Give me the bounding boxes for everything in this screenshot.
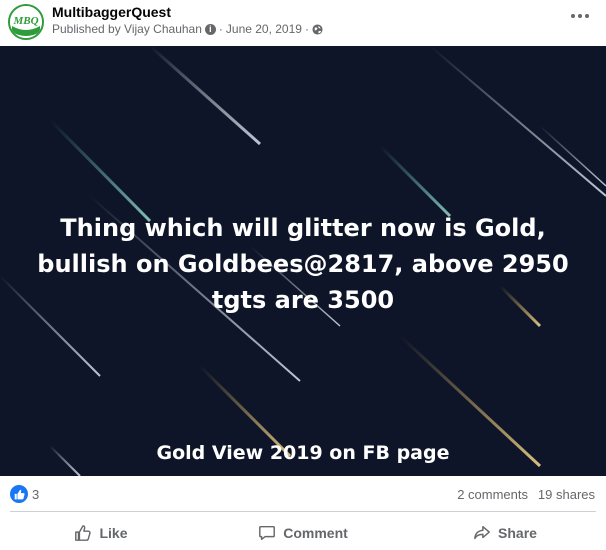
like-reaction-icon[interactable] — [10, 485, 28, 503]
share-icon — [474, 525, 490, 540]
avatar[interactable]: MBQ — [8, 4, 44, 40]
post-meta: Published by Vijay Chauhan i · June 20, … — [52, 22, 323, 36]
post-headline: Thing which will glitter now is Gold, bu… — [37, 214, 569, 314]
more-dot — [585, 14, 589, 18]
page-name[interactable]: MultibaggerQuest — [52, 4, 171, 20]
more-options-icon[interactable] — [566, 6, 594, 26]
published-by[interactable]: Published by Vijay Chauhan — [52, 22, 202, 36]
post-header: MBQ MultibaggerQuest Published by Vijay … — [0, 0, 606, 46]
post-caption: Gold View 2019 on FB page — [156, 442, 450, 464]
comments-count[interactable]: 2 comments — [457, 487, 528, 502]
like-button[interactable]: Like — [0, 516, 202, 550]
share-button-label: Share — [498, 525, 537, 541]
more-dot — [578, 14, 582, 18]
post-date[interactable]: June 20, 2019 — [226, 22, 302, 36]
divider — [10, 511, 596, 512]
avatar-logo-text: MBQ — [12, 15, 38, 27]
comment-button-label: Comment — [283, 525, 348, 541]
action-bar: Like Comment Share — [0, 516, 606, 550]
meta-separator: · — [218, 22, 223, 36]
thumbs-up-icon — [75, 525, 92, 541]
comment-button[interactable]: Comment — [202, 516, 404, 550]
reactions-count[interactable]: 3 — [32, 487, 39, 502]
meta-separator-2: · — [304, 22, 309, 36]
info-icon[interactable]: i — [204, 23, 216, 35]
post-stats: 3 2 comments 19 shares — [0, 484, 606, 508]
mbq-logo-icon: MBQ — [10, 6, 42, 38]
globe-icon — [312, 23, 323, 35]
share-button[interactable]: Share — [404, 516, 606, 550]
like-badge-thumb-icon — [14, 489, 25, 499]
post-image[interactable]: Thing which will glitter now is Gold, bu… — [0, 46, 606, 476]
more-dot — [571, 14, 575, 18]
comment-icon — [259, 525, 276, 541]
like-button-label: Like — [99, 525, 128, 541]
shares-count[interactable]: 19 shares — [538, 487, 595, 502]
